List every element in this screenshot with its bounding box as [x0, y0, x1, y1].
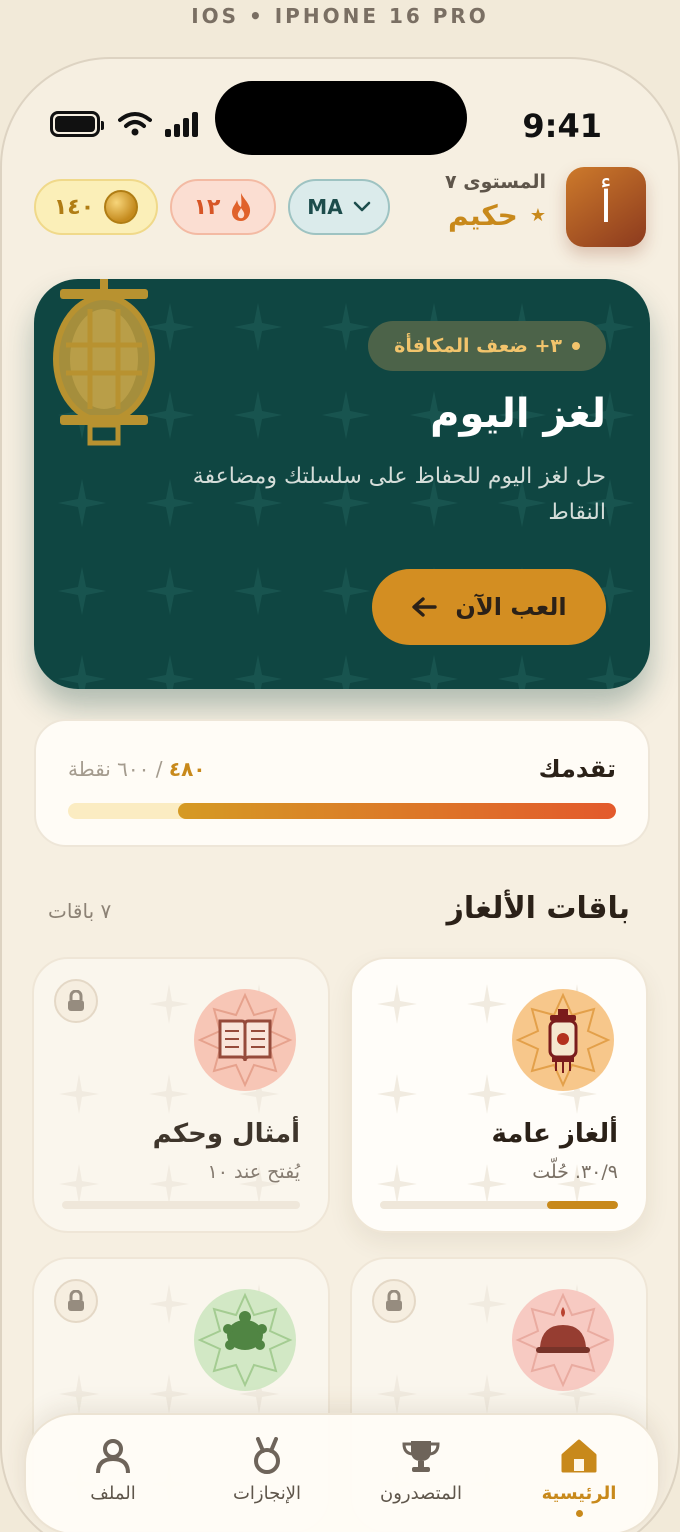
trophy-icon [402, 1441, 440, 1472]
pack-card-proverbs[interactable]: أمثال وحكم يُفتح عند ١٠ [32, 957, 330, 1233]
packs-count: ٧ باقات [48, 899, 112, 923]
play-now-button[interactable]: العب الآن [372, 569, 606, 645]
lock-icon [372, 1279, 416, 1323]
chevron-down-icon [353, 201, 370, 212]
daily-puzzle-card[interactable]: ٣+ ضعف المكافأة لغز اليوم حل لغز اليوم ل… [34, 279, 650, 689]
packs-section-title: باقات الألغاز [446, 891, 630, 926]
bonus-text: ٣+ ضعف المكافأة [394, 335, 562, 357]
rank-title: حكيم ★ [448, 199, 546, 232]
play-now-label: العب الآن [455, 593, 567, 621]
streak-pill[interactable]: ١٢ [170, 179, 276, 235]
hero-title: لغز اليوم [430, 391, 606, 437]
pack-progress-bar [62, 1201, 300, 1209]
level-label: المستوى ٧ [444, 171, 546, 193]
turtle-icon [194, 1289, 296, 1391]
tab-achievements[interactable]: الإنجازات [192, 1437, 342, 1504]
streak-count: ١٢ [193, 194, 221, 220]
status-time: 9:41 [522, 107, 602, 145]
profile-icon [96, 1439, 130, 1474]
arrow-left-icon [412, 597, 438, 617]
coin-icon [104, 190, 139, 224]
progress-total: / ٦٠٠ نقطة [68, 757, 163, 781]
pack-progress-text: ٣٠/٩. حُلّت [532, 1161, 618, 1183]
dish-icon [512, 1289, 614, 1391]
flame-icon [232, 193, 251, 221]
lock-icon [54, 979, 98, 1023]
tab-home-label: الرئيسية [541, 1483, 617, 1504]
progress-fill [177, 803, 616, 819]
active-tab-dot [575, 1510, 583, 1517]
progress-label: تقدمك [538, 755, 616, 783]
tab-profile[interactable]: الملف [38, 1437, 188, 1504]
coins-count: ١٤٠ [53, 194, 95, 220]
pack-progress-fill [546, 1201, 618, 1209]
wifi-icon [118, 112, 152, 136]
lantern-icon [53, 279, 155, 446]
tab-leaders[interactable]: المتصدرون [346, 1437, 496, 1504]
bonus-chip: ٣+ ضعف المكافأة [368, 321, 606, 371]
book-icon [194, 989, 296, 1091]
dynamic-island [215, 81, 467, 155]
pack-card-general[interactable]: ألغاز عامة ٣٠/٩. حُلّت [350, 957, 648, 1233]
progress-score: ٤٨٠ / ٦٠٠ نقطة [68, 757, 206, 781]
progress-card: تقدمك ٤٨٠ / ٦٠٠ نقطة [34, 719, 650, 847]
bonus-dot [572, 342, 580, 350]
tab-leaders-label: المتصدرون [380, 1483, 462, 1504]
tab-profile-label: الملف [90, 1483, 136, 1504]
pack-name: ألغاز عامة [491, 1119, 618, 1149]
battery-icon [50, 111, 104, 137]
phone-frame: 9:41 ١٤٠ ١٢ MA المستوى ٧ حكيم ★ أ ٣+ ضعف… [0, 57, 680, 1532]
pack-name: أمثال وحكم [152, 1119, 300, 1149]
tab-home[interactable]: الرئيسية [504, 1437, 654, 1517]
star-icon: ★ [529, 205, 546, 226]
language-code: MA [307, 195, 343, 219]
lantern-icon [512, 989, 614, 1091]
coins-pill[interactable]: ١٤٠ [34, 179, 158, 235]
avatar[interactable]: أ [566, 167, 646, 247]
cellular-signal-icon [165, 111, 198, 137]
device-label: IOS • IPHONE 16 PRO [191, 4, 489, 28]
language-selector[interactable]: MA [288, 179, 390, 235]
lock-icon [54, 1279, 98, 1323]
progress-bar [68, 803, 616, 819]
medal-icon [254, 1437, 280, 1474]
rank-name: حكيم [448, 199, 518, 232]
pack-unlock-text: يُفتح عند ١٠ [207, 1161, 300, 1183]
pack-progress-bar [380, 1201, 618, 1209]
bottom-tab-bar: الرئيسية المتصدرون الإنجازات الملف [24, 1413, 660, 1532]
hero-description: حل لغز اليوم للحفاظ على سلسلتك ومضاعفة ا… [192, 464, 606, 525]
progress-current: ٤٨٠ [168, 757, 206, 781]
home-icon [561, 1439, 597, 1473]
tab-achievements-label: الإنجازات [232, 1483, 302, 1504]
